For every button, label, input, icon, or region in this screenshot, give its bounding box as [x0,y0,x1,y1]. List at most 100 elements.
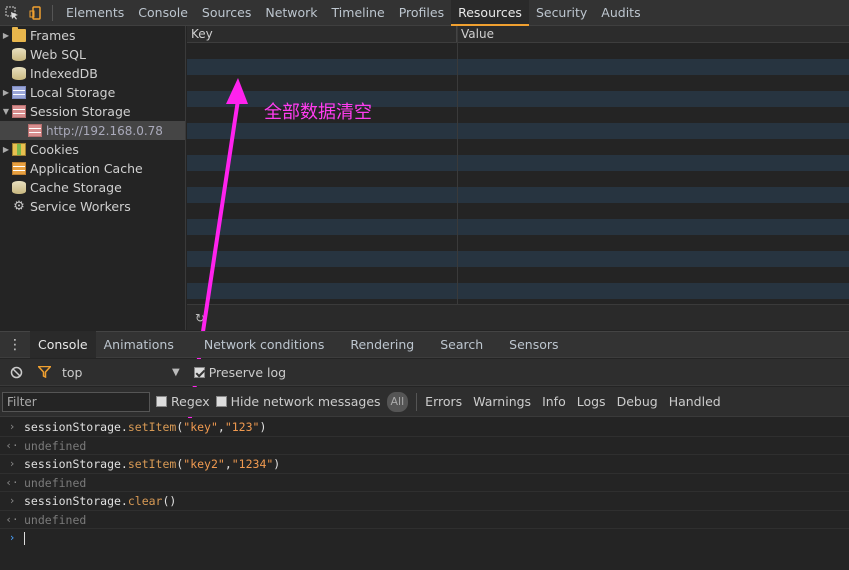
drawer-tab-animations[interactable]: Animations [96,331,182,358]
table-row [187,283,849,299]
cookie-icon [12,143,26,156]
table-row [187,155,849,171]
input-chevron-icon: › [8,420,16,433]
gear-icon: ⚙ [13,199,25,214]
preserve-log-label: Preserve log [208,364,287,380]
tab-timeline[interactable]: Timeline [325,0,392,26]
preserve-log-checkbox[interactable] [193,366,205,378]
level-all-button[interactable]: All [386,391,409,412]
tab-console[interactable]: Console [131,0,195,26]
sidebar-item-local-storage[interactable]: ▶ Local Storage [0,83,185,102]
column-divider[interactable] [457,26,458,304]
sidebar-item-session-origin[interactable]: http://192.168.0.78 [0,121,185,140]
table-row [187,267,849,283]
folder-icon [12,27,26,42]
table-row [187,203,849,219]
storage-table-footer: ↻ [187,304,849,330]
inspect-element-icon[interactable] [0,0,24,26]
refresh-icon[interactable]: ↻ [195,311,205,325]
table-row [187,43,849,59]
sidebar-item-frames[interactable]: ▶ Frames [0,26,185,45]
sidebar-item-indexeddb[interactable]: IndexedDB [0,64,185,83]
console-output-line: ‹· undefined [0,474,849,492]
tab-profiles[interactable]: Profiles [392,0,451,26]
drawer-tab-search[interactable]: Search [432,331,491,358]
collapse-arrow-icon[interactable]: ▼ [0,107,12,116]
clear-console-icon[interactable] [0,366,32,379]
expand-arrow-icon[interactable]: ▶ [0,31,12,40]
drawer-tab-rendering[interactable]: Rendering [342,331,422,358]
level-errors[interactable]: Errors [425,394,462,409]
annotation-label: 全部数据清空 [264,102,372,123]
sidebar-item-cookies[interactable]: ▶ Cookies [0,140,185,159]
hide-network-option[interactable]: Hide network messages [215,394,381,409]
level-debug[interactable]: Debug [617,394,658,409]
sidebar-item-web-sql[interactable]: Web SQL [0,45,185,64]
database-icon [12,48,26,61]
output-arrow-icon: ‹· [5,512,19,526]
toolbar-divider [52,4,53,21]
tab-security[interactable]: Security [529,0,594,26]
database-icon [12,181,26,194]
sidebar-item-cache-storage[interactable]: Cache Storage [0,178,185,197]
filter-icon[interactable] [32,366,56,378]
console-messages: › sessionStorage.setItem("key","123") ‹·… [0,418,849,570]
table-row [187,123,849,139]
storage-grid-icon [12,105,26,118]
expand-arrow-icon[interactable]: ▶ [0,145,12,154]
tab-resources[interactable]: Resources [451,0,529,26]
input-chevron-icon: › [8,494,16,507]
main-toolbar: Elements Console Sources Network Timelin… [0,0,849,26]
drawer-tabbar: ⋮ Console Animations Network conditions … [0,331,849,358]
table-row [187,187,849,203]
regex-option[interactable]: Regex [156,394,210,409]
level-info[interactable]: Info [542,394,566,409]
table-row [187,75,849,91]
input-chevron-icon: › [8,457,16,470]
drawer-tab-sensors[interactable]: Sensors [501,331,566,358]
drawer-tab-network-conditions[interactable]: Network conditions [196,331,332,358]
drawer-tab-console[interactable]: Console [30,331,96,358]
output-arrow-icon: ‹· [5,438,19,452]
expand-arrow-icon[interactable]: ▶ [0,88,12,97]
output-arrow-icon: ‹· [5,475,19,489]
drawer-menu-icon[interactable]: ⋮ [0,337,30,353]
resources-sidebar: ▶ Frames Web SQL IndexedDB ▶ Local Stora… [0,26,186,330]
tab-audits[interactable]: Audits [594,0,647,26]
context-selector[interactable]: top [62,365,172,380]
table-row [187,251,849,267]
sidebar-item-application-cache[interactable]: Application Cache [0,159,185,178]
filter-input[interactable] [2,391,150,412]
text-caret [24,532,25,545]
filter-divider [416,392,418,411]
table-row [187,235,849,251]
column-header-value[interactable]: Value [457,26,494,42]
sidebar-item-session-storage[interactable]: ▼ Session Storage [0,102,185,121]
storage-grid-icon [28,124,42,137]
level-handled[interactable]: Handled [669,394,721,409]
level-logs[interactable]: Logs [577,394,606,409]
console-input-line: › sessionStorage.setItem("key","123") [0,418,849,437]
level-warnings[interactable]: Warnings [473,394,531,409]
console-input-line: › sessionStorage.setItem("key2","1234") [0,455,849,474]
table-header: Key Value [187,26,849,43]
regex-checkbox[interactable] [156,396,167,407]
hide-network-checkbox[interactable] [215,396,227,407]
device-mode-icon[interactable] [24,0,48,26]
chevron-down-icon[interactable]: ▼ [172,367,180,378]
console-output-line: ‹· undefined [0,437,849,455]
console-input-line: › sessionStorage.clear() [0,492,849,511]
prompt-chevron-icon: › [8,531,16,544]
storage-grid-icon [12,86,26,99]
tab-sources[interactable]: Sources [195,0,258,26]
storage-table: Key Value [187,26,849,304]
column-header-key[interactable]: Key [187,26,457,42]
console-prompt[interactable]: › [0,529,849,548]
tab-network[interactable]: Network [258,0,324,26]
table-row [187,139,849,155]
sidebar-item-service-workers[interactable]: ⚙ Service Workers [0,197,185,216]
table-row [187,171,849,187]
tab-elements[interactable]: Elements [59,0,131,26]
console-filter-bar: Regex Hide network messages All Errors W… [0,387,849,417]
console-toolbar: top ▼ Preserve log [0,359,849,386]
